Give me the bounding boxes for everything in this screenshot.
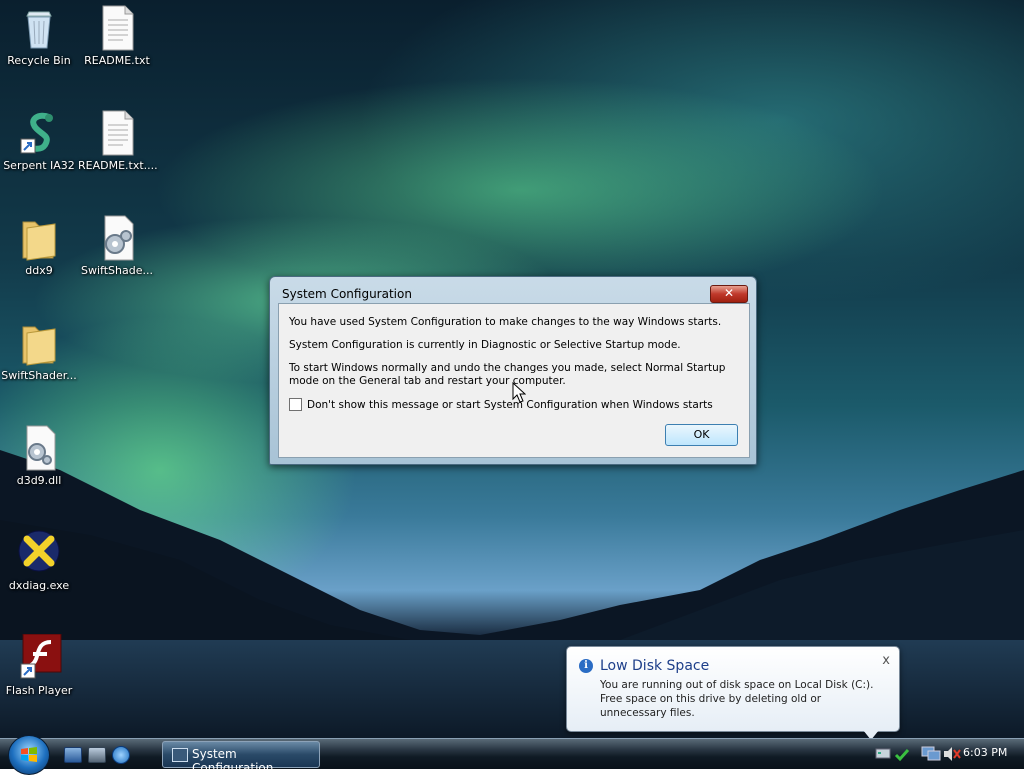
desktop-icon-swiftshader-config[interactable]: SwiftShade... (78, 214, 156, 277)
window-icon (172, 748, 188, 762)
network-icon[interactable] (921, 746, 941, 761)
dont-show-checkbox-row[interactable]: Don't show this message or start System … (289, 398, 713, 411)
desktop-icon-dxdiag[interactable]: dxdiag.exe (0, 529, 78, 592)
disk-warning-icon[interactable] (875, 748, 891, 759)
volume-muted-icon[interactable] (944, 747, 961, 761)
desktop-icon-label: d3d9.dll (16, 474, 62, 487)
desktop-icon-label: README.txt.... (78, 159, 158, 172)
dll-file-icon (15, 424, 63, 472)
desktop-icon-label: README.txt (84, 54, 150, 67)
notification-title: Low Disk Space (600, 658, 710, 674)
desktop-icon-label: Recycle Bin (7, 54, 71, 67)
tray-icons (875, 746, 961, 762)
desktop-icon-readme-2[interactable]: README.txt.... (78, 109, 158, 172)
taskbar-button-label: System Configuration (192, 747, 274, 775)
desktop-icon-label: ddx9 (25, 264, 53, 277)
recycle-bin-icon (15, 4, 63, 52)
folder-icon (15, 319, 63, 367)
taskbar-button-system-configuration[interactable]: System Configuration (162, 741, 320, 775)
desktop-icon-label: dxdiag.exe (8, 579, 70, 592)
desktop-icon-recycle-bin[interactable]: Recycle Bin (0, 4, 78, 67)
folder-icon (15, 214, 63, 262)
config-file-icon (93, 214, 141, 262)
dont-show-checkbox[interactable] (289, 398, 302, 411)
notification-message: You are running out of disk space on Loc… (600, 679, 874, 719)
dialog-title: System Configuration (282, 287, 412, 301)
mouse-cursor-icon (512, 382, 526, 403)
flash-player-shortcut-icon (15, 633, 63, 682)
system-configuration-dialog: System Configuration ✕ You have used Sys… (269, 276, 757, 465)
taskbar: System Configuration 6:03 PM (0, 735, 1024, 775)
dialog-content: You have used System Configuration to ma… (278, 303, 750, 458)
serpent-shortcut-icon (15, 109, 63, 157)
desktop: Recycle Bin README.txt Serpent IA32 READ… (0, 0, 1024, 738)
clock[interactable]: 6:03 PM (963, 746, 1007, 759)
dialog-close-button[interactable]: ✕ (710, 285, 748, 303)
security-check-icon[interactable] (894, 749, 910, 762)
low-disk-space-notification[interactable]: i Low Disk Space x You are running out o… (566, 646, 900, 738)
dialog-message-2: System Configuration is currently in Dia… (289, 339, 681, 351)
dxdiag-icon (15, 529, 63, 577)
desktop-icon-swiftshader-folder[interactable]: SwiftShader... (0, 319, 78, 382)
desktop-icon-readme[interactable]: README.txt (78, 4, 156, 67)
ok-button[interactable]: OK (665, 424, 738, 446)
desktop-icon-label: SwiftShade... (81, 264, 153, 277)
text-file-icon (93, 4, 141, 52)
desktop-icon-d3d9[interactable]: d3d9.dll (0, 424, 78, 487)
notification-pointer (863, 730, 879, 738)
text-file-icon (93, 109, 141, 157)
internet-explorer-icon[interactable] (112, 746, 130, 764)
desktop-icon-label: Serpent IA32 (3, 159, 75, 172)
switch-windows-icon[interactable] (88, 747, 106, 763)
desktop-icon-flash-player[interactable]: Flash Player (0, 633, 78, 697)
desktop-icon-serpent[interactable]: Serpent IA32 (0, 109, 78, 172)
start-button[interactable] (8, 735, 50, 775)
windows-logo-icon (21, 747, 37, 762)
dont-show-checkbox-label: Don't show this message or start System … (307, 398, 713, 411)
desktop-icon-label: SwiftShader... (1, 369, 77, 382)
notification-close-button[interactable]: x (882, 653, 890, 668)
info-icon: i (579, 659, 593, 673)
desktop-icon-label: Flash Player (5, 684, 73, 697)
dialog-message-1: You have used System Configuration to ma… (289, 316, 722, 328)
show-desktop-icon[interactable] (64, 747, 82, 763)
desktop-icon-ddx9[interactable]: ddx9 (0, 214, 78, 277)
